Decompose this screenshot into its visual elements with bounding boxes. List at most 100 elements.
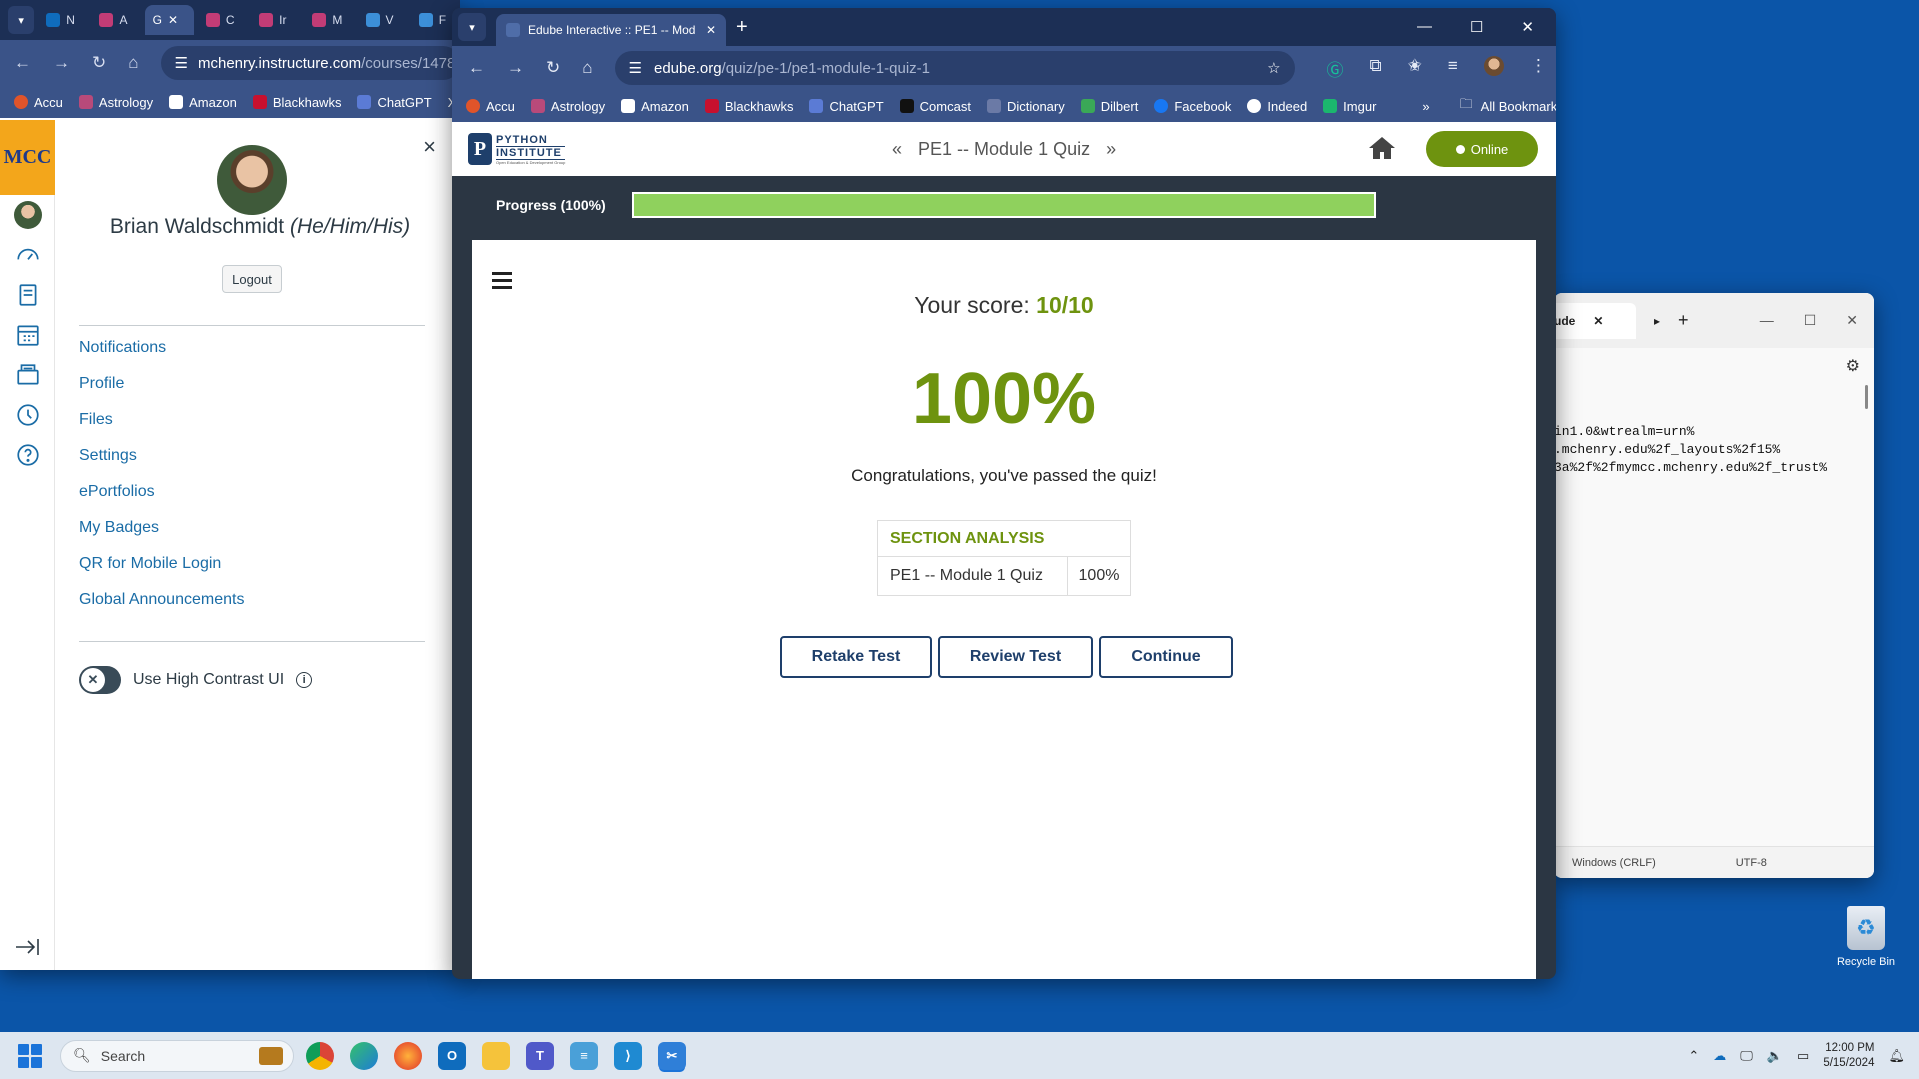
browser-tab[interactable]: N <box>38 5 87 35</box>
info-icon[interactable]: i <box>296 672 313 688</box>
bookmark-item[interactable]: Dilbert <box>1080 99 1138 114</box>
minimize-icon[interactable]: — <box>1760 312 1774 329</box>
calendar-icon[interactable] <box>0 315 55 355</box>
firefox-icon[interactable] <box>394 1041 422 1070</box>
outlook-icon[interactable]: O <box>438 1041 466 1070</box>
previous-quiz-icon[interactable]: « <box>892 139 902 160</box>
nav-account-avatar[interactable] <box>0 195 55 235</box>
grammarly-icon[interactable]: Ⓖ <box>1327 56 1344 81</box>
reload-icon[interactable]: ↻ <box>546 58 560 78</box>
reload-icon[interactable]: ↻ <box>92 53 106 73</box>
profile-avatar[interactable] <box>1483 55 1504 76</box>
site-info-icon[interactable]: ☰ <box>175 54 188 72</box>
bookmark-item[interactable]: Imgur <box>1323 99 1376 114</box>
tab-search-chevron-icon[interactable]: ▾ <box>8 6 35 34</box>
bookmark-item[interactable]: ChatGPT <box>357 95 432 110</box>
bookmark-item[interactable]: Accu <box>466 99 515 114</box>
inbox-icon[interactable] <box>0 355 55 395</box>
tab-close-icon[interactable]: ✕ <box>168 13 178 27</box>
back-arrow-icon[interactable]: ← <box>14 53 31 73</box>
home-icon[interactable]: ⌂ <box>582 58 592 78</box>
tab-close-icon[interactable]: ✕ <box>706 23 716 37</box>
address-bar[interactable]: ☰ edube.org/quiz/pe-1/pe1-module-1-quiz-… <box>614 51 1295 85</box>
taskbar-search[interactable]: 🔍︎ Search <box>60 1039 294 1072</box>
more-bookmarks-icon[interactable]: » <box>1422 99 1429 114</box>
browser-tab[interactable]: M <box>304 5 353 35</box>
bookmark-item[interactable]: Comcast <box>899 99 971 114</box>
maximize-icon[interactable]: ☐ <box>1470 18 1483 36</box>
favorites-icon[interactable]: ✬ <box>1408 56 1422 81</box>
forward-arrow-icon[interactable]: → <box>507 58 524 78</box>
back-arrow-icon[interactable]: ← <box>468 58 485 78</box>
maximize-icon[interactable]: ☐ <box>1804 312 1817 329</box>
snipping-tool-icon[interactable]: ✂ <box>658 1041 686 1070</box>
bookmark-item[interactable]: Indeed <box>1247 99 1307 114</box>
browser-tab[interactable]: V <box>358 5 407 35</box>
windows-start-icon[interactable] <box>18 1043 42 1068</box>
mcc-logo[interactable]: MCC <box>0 120 55 195</box>
text-content[interactable]: in1.0&wtrealm=urn% .mchenry.edu%2f_layout… <box>1554 423 1827 477</box>
address-bar[interactable]: ☰ mchenry.instructure.com/courses/147844 <box>160 46 460 80</box>
link-notifications[interactable]: Notifications <box>79 336 244 372</box>
notepad-tab[interactable]: ude ✕ <box>1554 302 1636 339</box>
python-institute-logo[interactable]: P PYTHON INSTITUTE Open Education & Deve… <box>468 133 566 165</box>
chrome-icon[interactable] <box>306 1041 334 1070</box>
hamburger-menu-icon[interactable] <box>492 272 512 293</box>
minimize-icon[interactable]: — <box>1417 18 1432 36</box>
notepad-icon[interactable]: ≡ <box>570 1041 598 1070</box>
show-hidden-icons-chevron-icon[interactable]: ⌃ <box>1688 1048 1699 1064</box>
teams-icon[interactable]: T <box>526 1041 554 1070</box>
scrollbar[interactable] <box>1865 385 1868 409</box>
history-clock-icon[interactable] <box>0 395 55 435</box>
bookmark-item[interactable]: ChatGPT <box>809 99 884 114</box>
link-my-badges[interactable]: My Badges <box>79 516 244 552</box>
browser-tab-active[interactable]: G ✕ <box>144 5 194 35</box>
link-files[interactable]: Files <box>79 408 244 444</box>
onedrive-cloud-icon[interactable]: ☁ <box>1713 1048 1726 1064</box>
bookmark-item[interactable]: Accu <box>14 95 63 110</box>
close-window-icon[interactable]: ✕ <box>1846 312 1858 329</box>
edge-icon[interactable] <box>350 1041 378 1070</box>
bookmark-item[interactable]: Amazon <box>621 99 689 114</box>
browser-tab[interactable]: C <box>198 5 247 35</box>
link-settings[interactable]: Settings <box>79 444 244 480</box>
battery-icon[interactable]: ▭ <box>1797 1048 1809 1064</box>
link-profile[interactable]: Profile <box>79 372 244 408</box>
notifications-bell-icon[interactable]: 🔔︎ <box>1888 1048 1905 1064</box>
logout-button[interactable]: Logout <box>222 265 282 293</box>
link-qr-mobile-login[interactable]: QR for Mobile Login <box>79 552 244 588</box>
link-global-announcements[interactable]: Global Announcements <box>79 588 244 624</box>
forward-arrow-icon[interactable]: → <box>53 53 70 73</box>
scroll-tabs-icon[interactable]: ▸ <box>1654 314 1660 328</box>
continue-button[interactable]: Continue <box>1099 636 1233 678</box>
recycle-bin-shortcut[interactable]: Recycle Bin <box>1826 906 1906 968</box>
vscode-icon[interactable]: ⟩ <box>614 1041 642 1070</box>
high-contrast-toggle[interactable]: ✕ <box>79 666 121 694</box>
new-tab-icon[interactable]: + <box>736 16 748 39</box>
bookmark-item[interactable]: Dictionary <box>986 99 1065 114</box>
media-queue-icon[interactable]: ≡ <box>1448 56 1458 81</box>
settings-gear-icon[interactable]: ⚙ <box>1846 356 1860 376</box>
home-icon[interactable] <box>1368 135 1396 164</box>
bookmark-item[interactable]: Astrology <box>530 99 605 114</box>
dashboard-icon[interactable] <box>0 235 55 275</box>
file-explorer-icon[interactable] <box>482 1041 510 1070</box>
bookmark-item[interactable]: Astrology <box>78 95 153 110</box>
bookmark-item[interactable]: Amazon <box>169 95 237 110</box>
clock[interactable]: 12:00 PM 5/15/2024 <box>1823 1041 1874 1071</box>
help-icon[interactable] <box>0 435 55 475</box>
bookmark-star-icon[interactable]: ☆ <box>1267 59 1280 77</box>
collapse-nav-icon[interactable] <box>14 937 42 960</box>
online-status-button[interactable]: Online <box>1426 131 1538 167</box>
close-tab-icon[interactable]: ✕ <box>1593 314 1603 328</box>
tab-search-chevron-icon[interactable]: ▾ <box>458 13 486 41</box>
browser-tab[interactable]: A <box>91 5 140 35</box>
browser-tab[interactable]: Ir <box>251 5 300 35</box>
link-eportfolios[interactable]: ePortfolios <box>79 480 244 516</box>
all-bookmarks-button[interactable]: 🗀 All Bookmarks <box>1460 95 1556 117</box>
browser-tab-active[interactable]: Edube Interactive :: PE1 -- Mod ✕ <box>496 14 726 46</box>
edube-browser-window[interactable]: ▾ Edube Interactive :: PE1 -- Mod ✕ + — … <box>452 8 1556 979</box>
bookmark-item[interactable]: Blackhawks <box>252 95 341 110</box>
review-test-button[interactable]: Review Test <box>938 636 1093 678</box>
close-window-icon[interactable]: ✕ <box>1521 18 1534 36</box>
